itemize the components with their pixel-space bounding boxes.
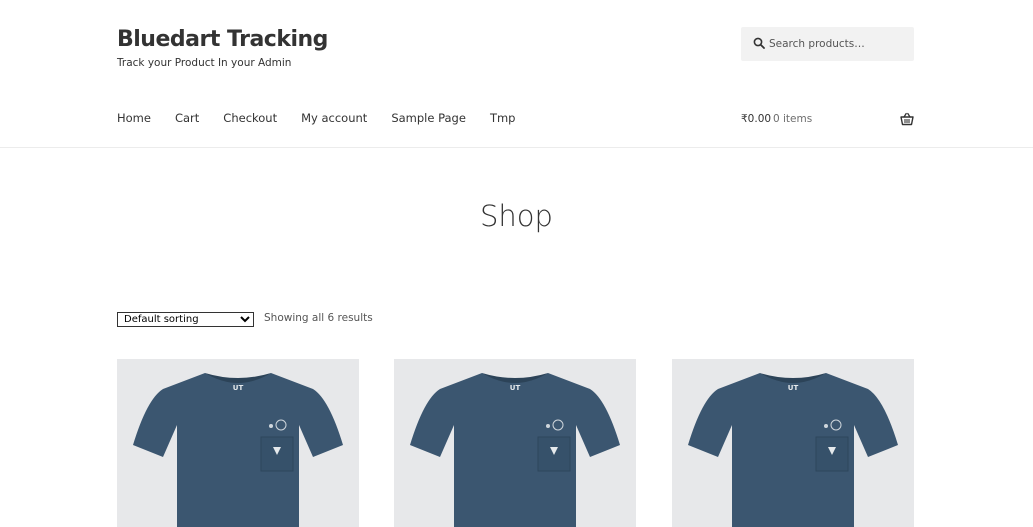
- product-image-3[interactable]: UT: [672, 359, 914, 527]
- product-image-2[interactable]: UT: [394, 359, 636, 527]
- header-cart[interactable]: ₹0.00 0 items: [741, 112, 914, 128]
- page-title: Shop: [480, 199, 553, 233]
- nav-item-cart[interactable]: Cart: [175, 111, 199, 125]
- product-image-label: UT: [510, 384, 521, 392]
- product-image-label: UT: [233, 384, 244, 392]
- product-search-form[interactable]: [741, 27, 914, 61]
- result-count: Showing all 6 results: [264, 312, 373, 324]
- cart-amount[interactable]: ₹0.00: [741, 113, 771, 125]
- sort-select[interactable]: Default sorting: [117, 312, 254, 327]
- product-image-1[interactable]: UT: [117, 359, 359, 527]
- nav-item-home[interactable]: Home: [117, 111, 151, 125]
- tshirt-image: UT: [394, 359, 636, 527]
- basket-icon[interactable]: [900, 112, 914, 126]
- site-title[interactable]: Bluedart Tracking: [117, 27, 328, 52]
- search-input[interactable]: [769, 36, 907, 52]
- nav-item-sample-page[interactable]: Sample Page: [391, 111, 466, 125]
- header-divider: [0, 147, 1033, 148]
- tshirt-image: UT: [117, 359, 359, 527]
- nav-item-my-account[interactable]: My account: [301, 111, 367, 125]
- search-icon[interactable]: [753, 37, 765, 49]
- primary-navigation: Home Cart Checkout My account Sample Pag…: [117, 111, 539, 125]
- nav-item-checkout[interactable]: Checkout: [223, 111, 277, 125]
- site-tagline: Track your Product In your Admin: [117, 57, 292, 69]
- tshirt-image: UT: [672, 359, 914, 527]
- product-image-label: UT: [788, 384, 799, 392]
- cart-item-count[interactable]: 0 items: [773, 113, 812, 125]
- nav-item-tmp[interactable]: Tmp: [490, 111, 516, 125]
